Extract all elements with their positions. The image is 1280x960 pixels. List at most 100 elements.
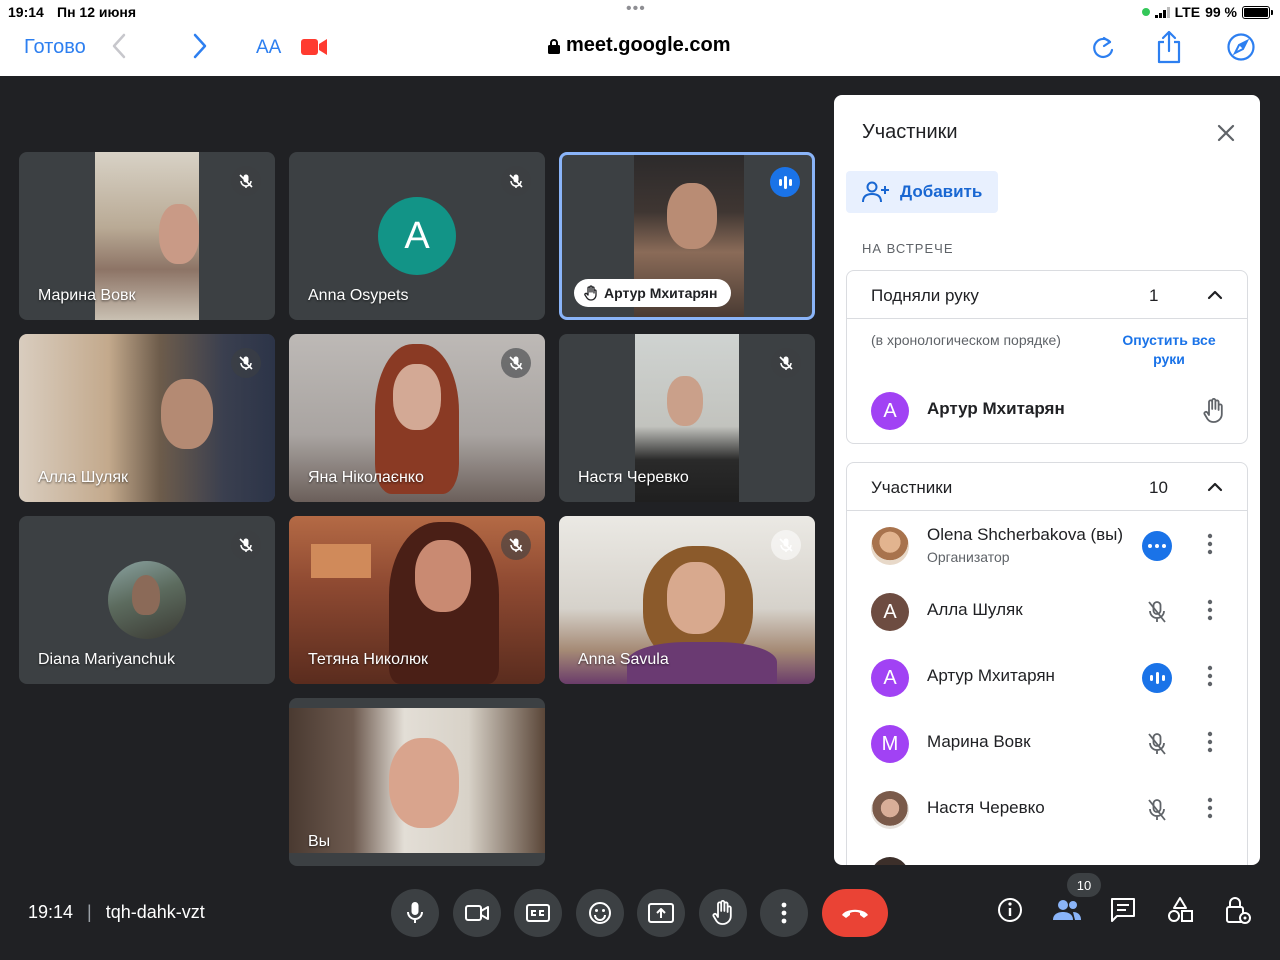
face <box>161 379 213 449</box>
video-tile[interactable]: Тетяна Николюк <box>289 516 545 684</box>
mic-off-icon[interactable] <box>1142 795 1172 825</box>
video-tile[interactable]: A Anna Osypets <box>289 152 545 320</box>
url-text: meet.google.com <box>566 34 731 56</box>
tile-name: Артур Мхитарян <box>604 285 718 301</box>
chevron-up-icon[interactable] <box>1205 477 1225 502</box>
status-right: LTE 99 % <box>1141 4 1273 20</box>
mic-off-icon[interactable] <box>1142 729 1172 759</box>
people-icon[interactable] <box>1051 896 1083 929</box>
participant-name: Марина Вовк <box>927 732 1031 751</box>
mic-off-icon[interactable] <box>1142 597 1172 627</box>
back-chevron-icon[interactable] <box>111 32 127 65</box>
hand-icon[interactable] <box>1199 396 1229 426</box>
avatar: A <box>871 593 909 631</box>
video-tile[interactable]: Алла Шуляк <box>19 334 275 502</box>
participants-header[interactable]: Участники 10 <box>847 463 1247 511</box>
tile-name: Тетяна Николюк <box>308 651 428 668</box>
mic-off-icon <box>231 348 261 378</box>
list-item: A Алла Шуляк <box>847 578 1249 644</box>
network-type: LTE <box>1174 4 1201 20</box>
more-vert-icon[interactable] <box>1207 796 1213 825</box>
forward-chevron-icon[interactable] <box>192 32 208 65</box>
list-item: Настя Черевко <box>847 776 1249 842</box>
compass-icon[interactable] <box>1226 32 1256 67</box>
video-tile[interactable]: Anna Savula <box>559 516 815 684</box>
video-tile-active-speaker[interactable]: Артур Мхитарян <box>559 152 815 320</box>
camera-in-use-icon <box>1141 8 1150 16</box>
video-tile[interactable]: Настя Черевко <box>559 334 815 502</box>
avatar: A <box>871 659 909 697</box>
raise-hand-button[interactable] <box>699 889 747 937</box>
address-bar[interactable]: meet.google.com <box>548 34 730 57</box>
ios-status-bar: 19:14 Пн 12 июня ••• LTE 99 % <box>0 0 1280 24</box>
battery-percent: 99 % <box>1205 4 1237 20</box>
tile-name: Настя Черевко <box>578 469 689 486</box>
face <box>159 204 199 264</box>
speaking-icon <box>770 167 800 197</box>
videocam-icon <box>465 905 489 921</box>
mic-button[interactable] <box>391 889 439 937</box>
emoji-icon <box>589 902 611 924</box>
raised-hands-header[interactable]: Подняли руку 1 <box>847 271 1247 319</box>
cellular-signal-icon <box>1154 6 1170 18</box>
camera-button[interactable] <box>453 889 501 937</box>
mic-off-icon <box>501 348 531 378</box>
tile-name: Алла Шуляк <box>38 469 128 486</box>
more-vert-icon[interactable] <box>1207 532 1213 561</box>
face <box>667 183 717 249</box>
face <box>393 364 441 430</box>
host-controls-icon[interactable] <box>1224 896 1252 931</box>
self-video-tile[interactable]: Вы <box>289 698 545 866</box>
tile-name: Diana Mariyanchuk <box>38 651 175 668</box>
tile-name: Anna Osypets <box>308 287 409 304</box>
face <box>415 540 471 612</box>
lower-all-hands-button[interactable]: Опустить все руки <box>1109 331 1229 369</box>
avatar <box>871 857 909 865</box>
activities-icon[interactable] <box>1166 896 1194 929</box>
raised-hands-label: Подняли руку <box>871 286 979 305</box>
info-icon[interactable] <box>996 896 1024 929</box>
tile-name: Марина Вовк <box>38 287 136 304</box>
call-end-icon <box>842 909 868 918</box>
more-vert-icon[interactable] <box>1207 598 1213 627</box>
reload-icon[interactable] <box>1090 34 1116 67</box>
text-size-button[interactable]: AA <box>256 37 281 59</box>
mic-off-icon <box>501 166 531 196</box>
reactions-button[interactable] <box>576 889 624 937</box>
chevron-up-icon[interactable] <box>1205 285 1225 310</box>
participants-count: 10 <box>1149 478 1168 497</box>
video-tile[interactable]: Diana Mariyanchuk <box>19 516 275 684</box>
more-options-button[interactable] <box>760 889 808 937</box>
share-icon[interactable] <box>1155 30 1183 69</box>
done-button[interactable]: Готово <box>24 36 86 59</box>
more-icon[interactable] <box>1142 531 1172 561</box>
captions-button[interactable] <box>514 889 562 937</box>
present-button[interactable] <box>637 889 685 937</box>
close-icon[interactable] <box>1216 123 1236 148</box>
status-time: 19:14 <box>8 4 44 20</box>
mic-off-icon <box>771 530 801 560</box>
face <box>667 376 703 426</box>
leave-call-button[interactable] <box>822 889 888 937</box>
camera-recording-icon[interactable] <box>301 38 327 61</box>
avatar: M <box>871 725 909 763</box>
avatar: A <box>871 392 909 430</box>
multitasking-dots-icon[interactable]: ••• <box>626 0 646 18</box>
mic-off-icon <box>771 348 801 378</box>
present-screen-icon <box>648 903 674 923</box>
tile-name: Anna Savula <box>578 651 669 668</box>
speaking-icon[interactable] <box>1142 663 1172 693</box>
hand-icon <box>584 285 597 301</box>
panel-title: Участники <box>862 121 958 143</box>
participants-label: Участники <box>871 478 953 497</box>
video-tile[interactable]: Марина Вовк <box>19 152 275 320</box>
meeting-details: 19:14 | tqh-dahk-vzt <box>28 902 205 923</box>
more-vert-icon[interactable] <box>1207 730 1213 759</box>
chat-icon[interactable] <box>1109 896 1137 929</box>
list-item-partial <box>847 842 1249 865</box>
in-meeting-label: НА ВСТРЕЧЕ <box>862 241 954 256</box>
add-people-button[interactable]: Добавить <box>846 171 998 213</box>
more-vert-icon <box>781 902 787 924</box>
video-tile[interactable]: Яна Ніколаєнко <box>289 334 545 502</box>
more-vert-icon[interactable] <box>1207 664 1213 693</box>
